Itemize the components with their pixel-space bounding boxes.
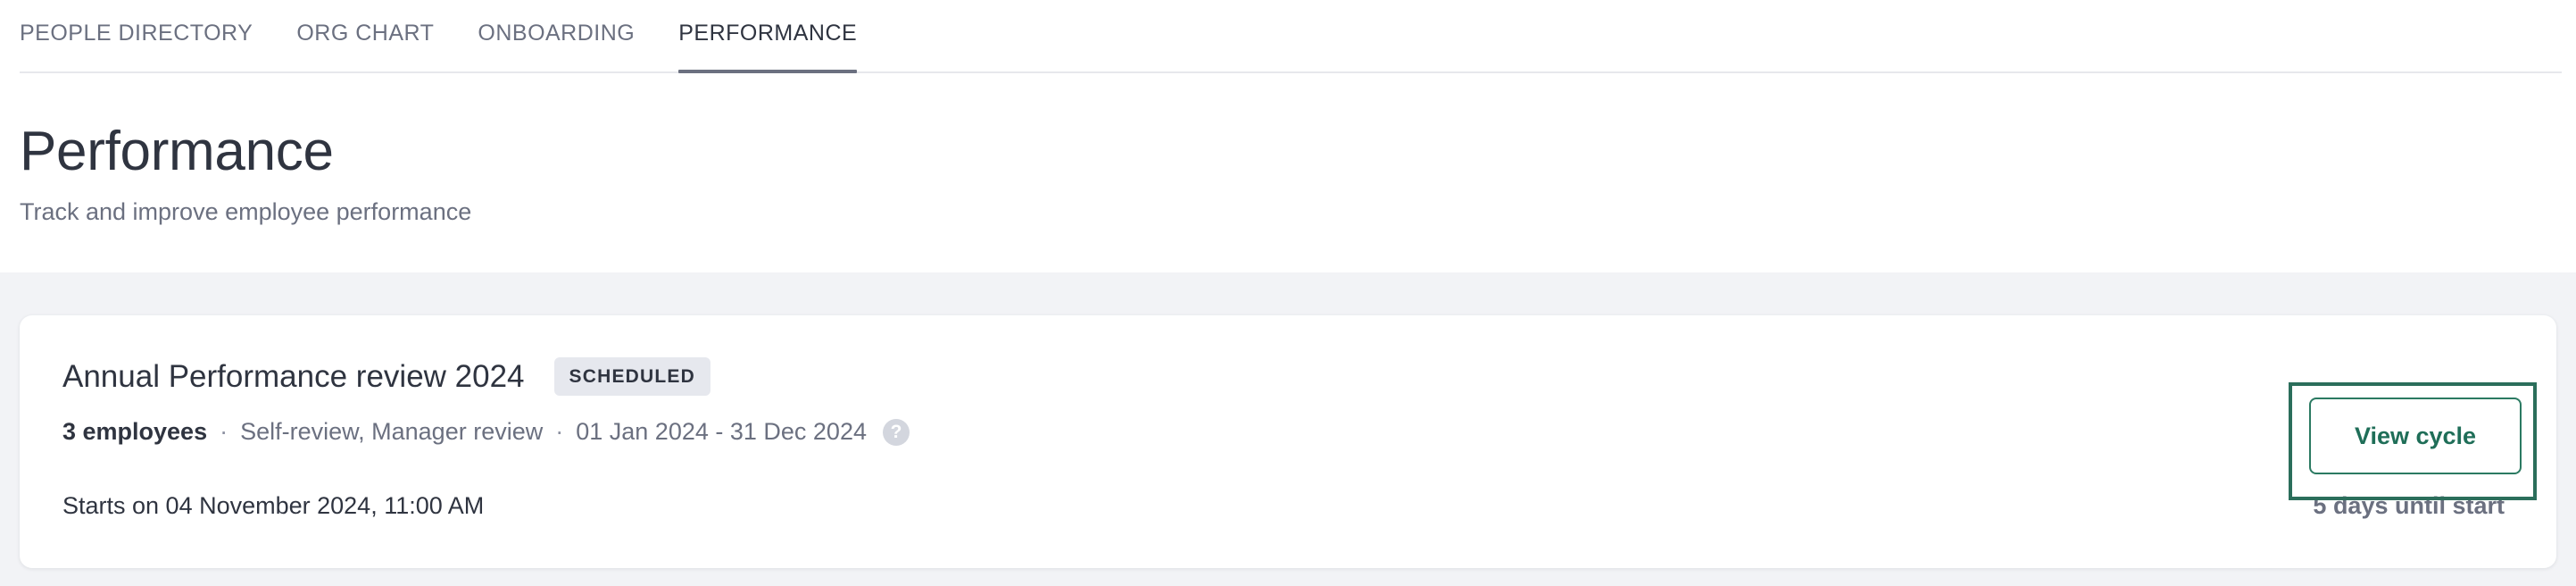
cycle-meta: 3 employees · Self-review, Manager revie…: [62, 418, 910, 446]
page-subtitle: Track and improve employee performance: [20, 198, 472, 225]
tab-org-chart[interactable]: ORG CHART: [296, 0, 434, 71]
start-datetime: Starts on 04 November 2024, 11:00 AM: [62, 492, 485, 519]
review-cycle-card: Annual Performance review 2024 SCHEDULED…: [20, 315, 2556, 568]
tab-performance[interactable]: PERFORMANCE: [678, 0, 858, 73]
employee-count: 3 employees: [62, 418, 208, 445]
status-badge: SCHEDULED: [553, 357, 710, 396]
page-header: PEOPLE DIRECTORY ORG CHART ONBOARDING PE…: [0, 0, 2576, 272]
tab-people-directory[interactable]: PEOPLE DIRECTORY: [20, 0, 253, 71]
cycle-name: Annual Performance review 2024: [62, 358, 525, 394]
separator-dot: ·: [220, 418, 229, 445]
cycle-title-row: Annual Performance review 2024 SCHEDULED: [62, 357, 710, 396]
date-range: 01 Jan 2024 - 31 Dec 2024: [576, 418, 867, 445]
separator-dot: ·: [555, 418, 564, 445]
question-circle-icon[interactable]: ?: [882, 418, 910, 446]
content-area: Annual Performance review 2024 SCHEDULED…: [0, 272, 2576, 586]
tab-bar: PEOPLE DIRECTORY ORG CHART ONBOARDING PE…: [20, 0, 2562, 73]
page-title: Performance: [20, 121, 334, 182]
review-types: Self-review, Manager review: [240, 418, 544, 445]
view-cycle-button[interactable]: View cycle: [2309, 398, 2522, 474]
tab-onboarding[interactable]: ONBOARDING: [478, 0, 635, 71]
